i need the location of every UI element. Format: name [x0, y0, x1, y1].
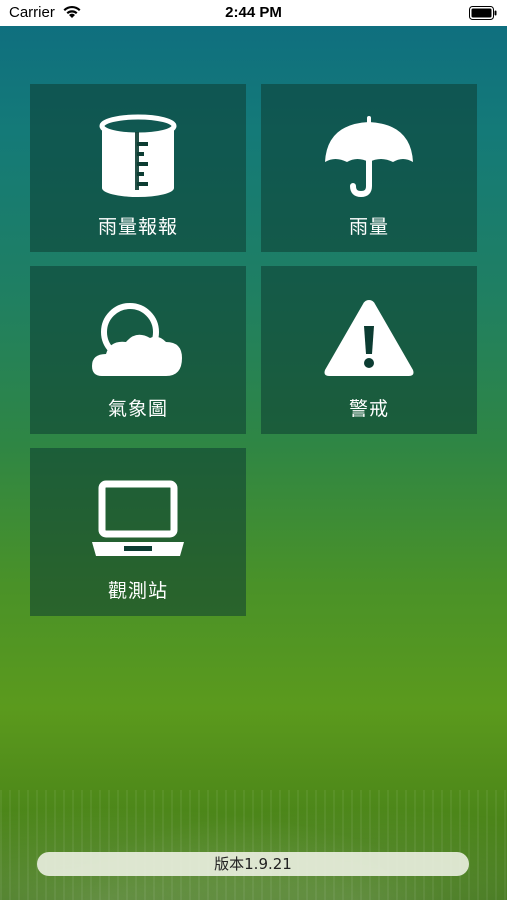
- status-bar: Carrier 2:44 PM: [0, 0, 507, 26]
- tile-label: 氣象圖: [107, 398, 168, 420]
- tile-label: 雨量報報: [97, 216, 178, 238]
- rain-gauge-icon: [30, 114, 246, 200]
- cloud-sun-icon: [30, 296, 246, 382]
- laptop-icon: [30, 478, 246, 564]
- tile-label: 雨量: [348, 216, 389, 238]
- tile-rain-report[interactable]: 雨量報報: [30, 84, 246, 252]
- umbrella-icon: [261, 114, 477, 200]
- tile-weather-map[interactable]: 氣象圖: [30, 266, 246, 434]
- tile-observation-station[interactable]: 觀測站: [30, 448, 246, 616]
- tile-label: 警戒: [348, 398, 389, 420]
- tile-warning[interactable]: 警戒: [261, 266, 477, 434]
- clock: 2:44 PM: [225, 4, 282, 21]
- version-label: 版本1.9.21: [37, 852, 469, 876]
- battery-icon: [469, 6, 497, 24]
- warning-icon: [261, 296, 477, 382]
- tile-rainfall[interactable]: 雨量: [261, 84, 477, 252]
- tile-label: 觀測站: [107, 580, 168, 602]
